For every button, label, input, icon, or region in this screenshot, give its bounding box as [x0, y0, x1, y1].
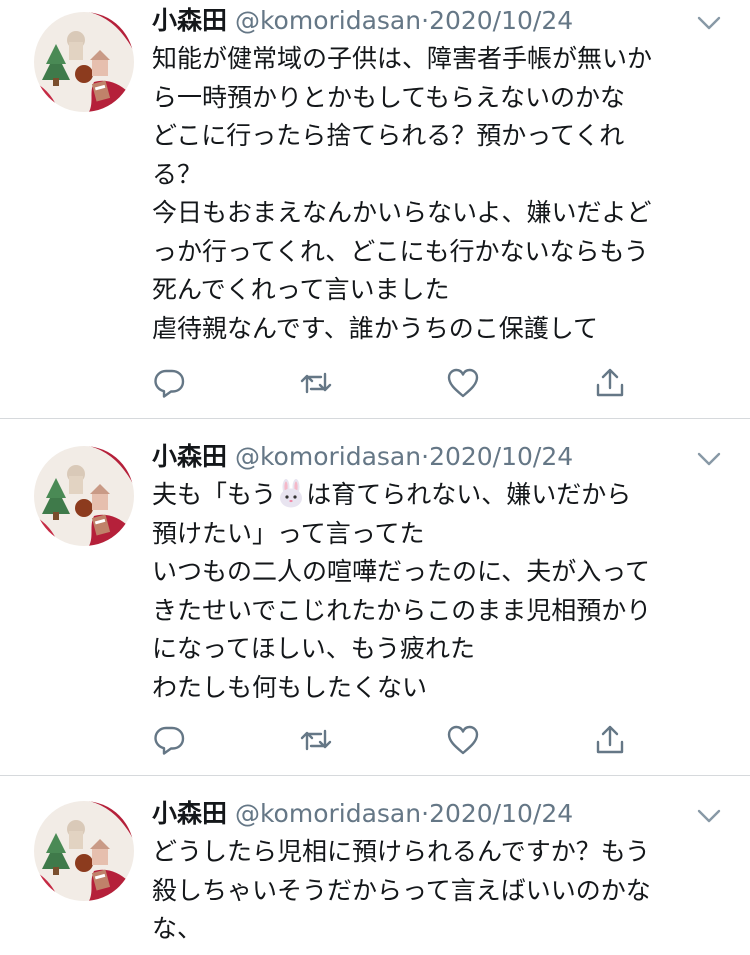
- tweet-text-line: ら一時預かりとかもしてもらえないのかな: [152, 82, 626, 112]
- heart-icon[interactable]: [446, 723, 480, 757]
- tweet[interactable]: 小森田 @komoridasan·2020/10/24 知能が健常域の子供は、障…: [0, 0, 750, 418]
- handle[interactable]: @komoridasan: [235, 442, 421, 471]
- rabbit-face-emoji: [280, 479, 303, 508]
- display-name[interactable]: 小森田: [152, 6, 227, 35]
- avatar[interactable]: [34, 801, 134, 901]
- reply-icon[interactable]: [152, 366, 186, 400]
- tweet-text: 知能が健常域の子供は、障害者手帳が無いか ら一時預かりとかもしてもらえないのかな…: [152, 40, 727, 348]
- tweet-text-line: 殺しちゃいそうだからって言えばいいのかな: [152, 875, 651, 905]
- tweet-text-line: 預けたい」って言ってた: [152, 518, 425, 548]
- chevron-down-icon[interactable]: [696, 450, 722, 468]
- tweet-text-line: になってほしい、もう疲れた: [152, 634, 476, 663]
- reply-icon[interactable]: [152, 723, 186, 757]
- tweet-text-line: 虐待親なんです、誰かうちのこ保護して: [152, 313, 599, 343]
- tweet-text-line: っか行ってくれ、どこにも行かないならもう: [152, 236, 649, 266]
- tweet-text-line: 今日もおまえなんかいらないよ、嫌いだよど: [152, 198, 652, 227]
- tweet-text-line: わたしも何もしたくない: [152, 672, 428, 702]
- timestamp[interactable]: 2020/10/24: [429, 6, 573, 35]
- avatar[interactable]: [34, 446, 134, 546]
- tweet[interactable]: 小森田 @komoridasan·2020/10/24 どうしたら児相に預けられ…: [0, 776, 750, 955]
- separator: ·: [421, 442, 430, 471]
- tweet-text-line: 知能が健常域の子供は、障害者手帳が無いか: [152, 44, 653, 73]
- tweet-text-segment: 夫も「もう: [152, 480, 277, 509]
- tweet-text-line: 死んでくれって言いました: [152, 275, 450, 304]
- share-icon[interactable]: [593, 366, 627, 400]
- tweet-actions: [152, 723, 632, 757]
- tweet-text-line: な、: [152, 914, 203, 943]
- share-icon[interactable]: [593, 723, 627, 757]
- tweet-text-line: 夫も「もう は育てられない、嫌いだから: [152, 476, 727, 515]
- tweet-text-segment: は育てられない、嫌いだから: [306, 480, 632, 509]
- handle[interactable]: @komoridasan: [235, 799, 421, 828]
- display-name[interactable]: 小森田: [152, 799, 227, 828]
- tweet-text: 夫も「もう は育てられない、嫌いだから 預けたい」って言ってた いつもの二人の喧…: [152, 476, 727, 707]
- tweet-header: 小森田 @komoridasan·2020/10/24: [152, 798, 692, 830]
- tweet-header: 小森田 @komoridasan·2020/10/24: [152, 5, 692, 37]
- tweet-text-line: いつもの二人の喧嘩だったのに、夫が入って: [152, 557, 651, 586]
- timestamp[interactable]: 2020/10/24: [429, 442, 573, 471]
- tweet-header: 小森田 @komoridasan·2020/10/24: [152, 441, 692, 473]
- tweet-text-line: どこに行ったら捨てられる？預かってくれ: [152, 121, 625, 150]
- tweet-text-line: きたせいでこじれたからこのまま児相預かり: [152, 595, 652, 625]
- tweet-text-line: る？: [152, 159, 203, 189]
- tweet-actions: [152, 366, 632, 400]
- tweet-text-line: どうしたら児相に預けられるんですか？もう: [152, 837, 651, 866]
- tweet-text: どうしたら児相に預けられるんですか？もう 殺しちゃいそうだからって言えばいいのか…: [152, 833, 727, 949]
- display-name[interactable]: 小森田: [152, 442, 227, 471]
- timestamp[interactable]: 2020/10/24: [429, 799, 573, 828]
- heart-icon[interactable]: [446, 366, 480, 400]
- separator: ·: [421, 6, 430, 35]
- avatar[interactable]: [34, 12, 134, 112]
- retweet-icon[interactable]: [299, 723, 333, 757]
- handle[interactable]: @komoridasan: [235, 6, 421, 35]
- chevron-down-icon[interactable]: [696, 14, 722, 32]
- retweet-icon[interactable]: [299, 366, 333, 400]
- chevron-down-icon[interactable]: [696, 807, 722, 825]
- separator: ·: [421, 799, 430, 828]
- tweet[interactable]: 小森田 @komoridasan·2020/10/24 夫も「もう は育てられな…: [0, 419, 750, 775]
